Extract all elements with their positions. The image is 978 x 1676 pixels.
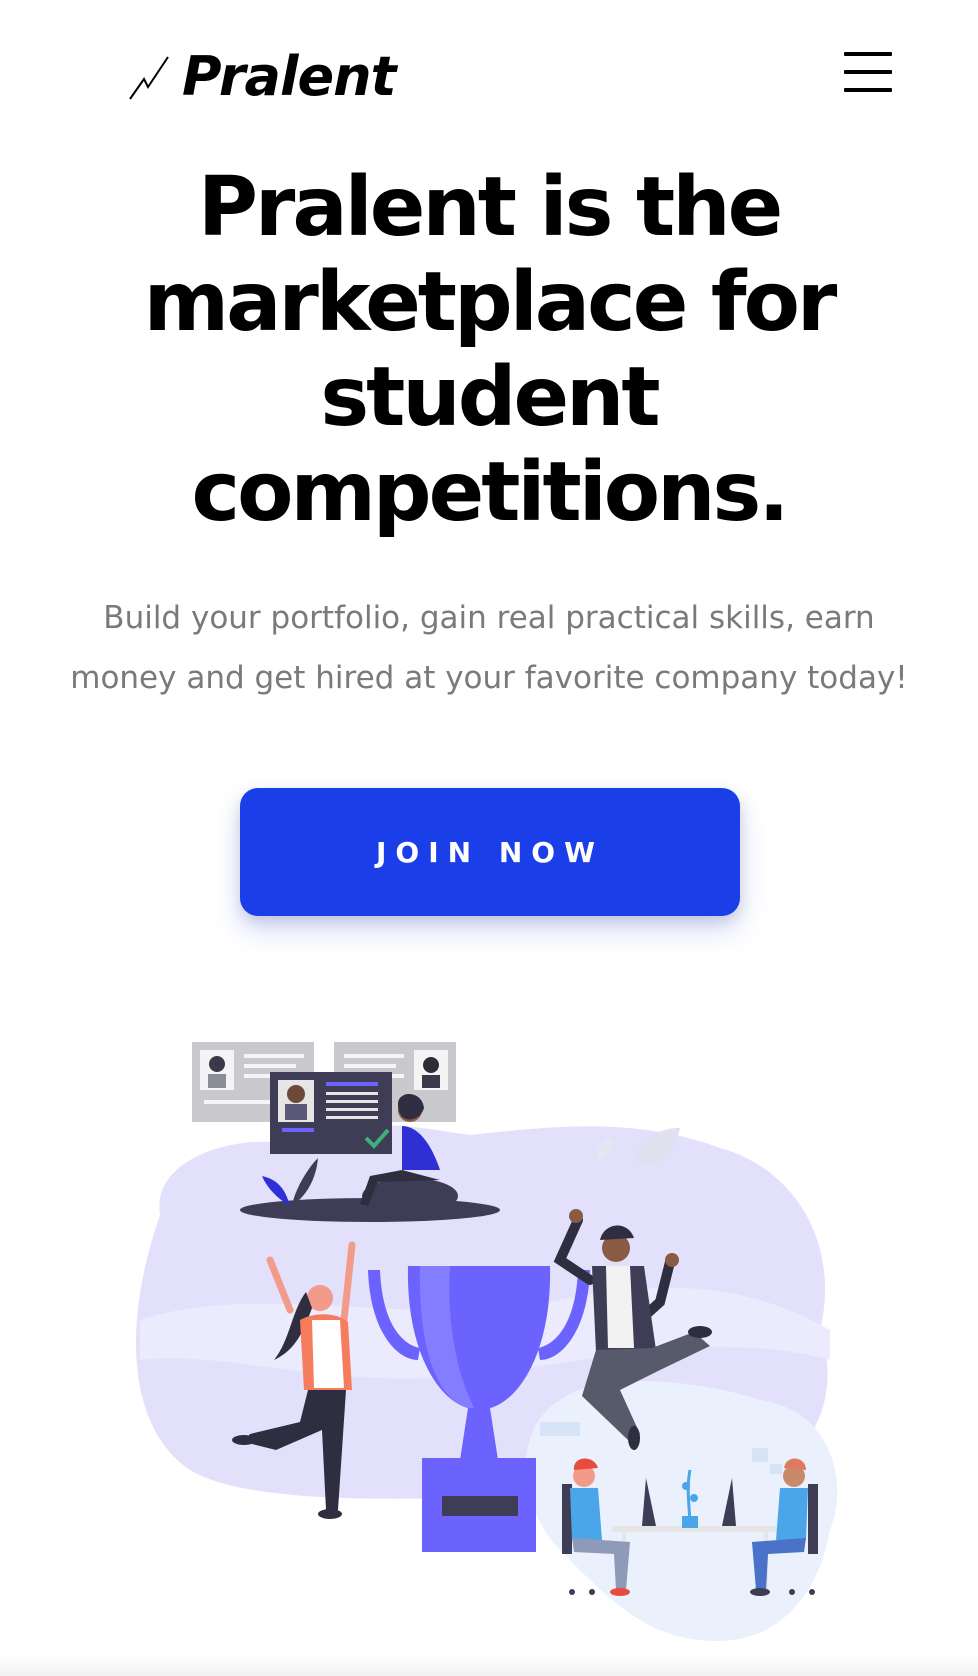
join-now-button[interactable]: JOIN NOW (240, 788, 740, 916)
hero-title-line: competitions. (191, 445, 790, 540)
hero-title-line: Pralent is the (197, 160, 783, 255)
page-fold-shadow (0, 1654, 978, 1676)
hero-subtitle-line: money and get hired at your favorite com… (70, 660, 908, 696)
hero-title-line: student (320, 350, 660, 445)
site-header: Pralent (0, 0, 978, 160)
brand-name: Pralent (182, 45, 396, 108)
hamburger-menu-button[interactable] (840, 48, 892, 96)
hero-subtitle-line: Build your portfolio, gain real practica… (103, 600, 875, 636)
hero-title-line: marketplace for (143, 255, 838, 350)
hero-title: Pralent is the marketplace for student c… (0, 160, 978, 540)
brand-logo[interactable]: Pralent (128, 45, 396, 108)
hero-subtitle: Build your portfolio, gain real practica… (40, 588, 938, 708)
hamburger-menu-icon (844, 52, 892, 56)
zigzag-logo-icon (129, 56, 169, 100)
hero-illustration (136, 1042, 838, 1642)
